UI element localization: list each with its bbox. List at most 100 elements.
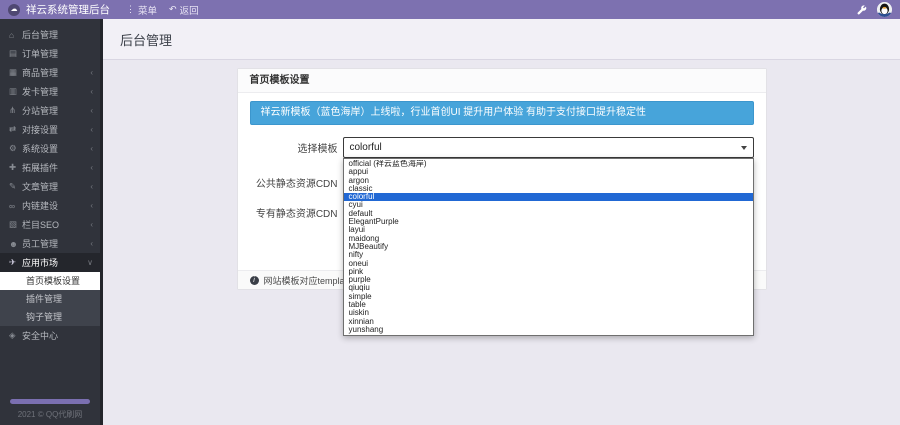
dropdown-option[interactable]: uiskin — [344, 309, 753, 317]
sidebar-item-label: 订单管理 — [22, 47, 93, 60]
dropdown-option[interactable]: default — [344, 210, 753, 218]
dock-icon: ⇄ — [9, 124, 22, 135]
page-title: 后台管理 — [120, 30, 172, 49]
dropdown-option[interactable]: colorful — [344, 193, 753, 201]
main-area: 后台管理 首页模板设置 祥云新模板（蓝色海岸）上线啦，行业首创UI 提升用户体验… — [103, 19, 900, 425]
sidebar-item-label: 系统设置 — [22, 142, 90, 155]
link-icon: ∞ — [9, 201, 22, 211]
card-title: 首页模板设置 — [238, 69, 766, 93]
dropdown-option[interactable]: xinnian — [344, 318, 753, 326]
dropdown-option[interactable]: purple — [344, 276, 753, 284]
template-select-label: 选择模板 — [250, 140, 338, 155]
dropdown-option[interactable]: layui — [344, 226, 753, 234]
sidebar-item-label: 分站管理 — [22, 104, 90, 117]
chevron-down-icon: ∨ — [87, 258, 93, 267]
sidebar-item-label: 对接设置 — [22, 123, 90, 136]
sidebar-copyright: 2021 © QQ代刷网 — [0, 409, 100, 420]
dropdown-option[interactable]: pink — [344, 268, 753, 276]
private-cdn-label: 专有静态资源CDN — [250, 205, 338, 220]
seo-icon: ▧ — [9, 219, 22, 230]
sidebar-item-links[interactable]: ∞内链建设‹ — [0, 196, 100, 215]
sidebar-item-dashboard[interactable]: ⌂后台管理 — [0, 25, 100, 44]
goods-icon: ▦ — [9, 67, 22, 78]
chevron-left-icon: ‹ — [90, 163, 93, 172]
chevron-left-icon: ‹ — [90, 68, 93, 77]
sidebar-item-label: 后台管理 — [22, 28, 93, 41]
dropdown-option[interactable]: yunshang — [344, 326, 753, 334]
dropdown-option[interactable]: classic — [344, 185, 753, 193]
dropdown-option[interactable]: cyui — [344, 201, 753, 209]
sidebar-item-label: 员工管理 — [22, 237, 90, 250]
announcement-alert: 祥云新模板（蓝色海岸）上线啦，行业首创UI 提升用户体验 有助于支付接口提升稳定… — [250, 101, 754, 125]
app-title[interactable]: 祥云系统管理后台 — [26, 2, 110, 17]
chevron-left-icon: ‹ — [90, 144, 93, 153]
chevron-down-icon — [741, 146, 747, 150]
menu-button-label: 菜单 — [138, 3, 157, 17]
page-header: 后台管理 — [103, 19, 900, 60]
dropdown-option[interactable]: qiuqiu — [344, 284, 753, 292]
wrench-icon[interactable] — [857, 5, 867, 15]
sidebar-item-market[interactable]: ✈应用市场∨ — [0, 253, 100, 272]
article-icon: ✎ — [9, 181, 22, 192]
branch-icon: ⋔ — [9, 105, 22, 116]
dropdown-option[interactable]: table — [344, 301, 753, 309]
chevron-left-icon: ‹ — [90, 106, 93, 115]
sidebar-subitem[interactable]: 插件管理 — [0, 290, 100, 308]
dropdown-option[interactable]: MJBeautify — [344, 243, 753, 251]
sidebar-footer: 2021 © QQ代刷网 — [0, 399, 100, 420]
sidebar-item-staff[interactable]: ☻员工管理‹ — [0, 234, 100, 253]
topbar: ☁ 祥云系统管理后台 ⋮ 菜单 ↶ 返回 — [0, 0, 900, 19]
sidebar-menu: ⌂后台管理▤订单管理▦商品管理‹▥发卡管理‹⋔分站管理‹⇄对接设置‹⚙系统设置‹… — [0, 19, 100, 345]
dropdown-option[interactable]: appui — [344, 168, 753, 176]
sidebar-item-branches[interactable]: ⋔分站管理‹ — [0, 101, 100, 120]
dropdown-option[interactable]: maidong — [344, 235, 753, 243]
template-settings-card: 首页模板设置 祥云新模板（蓝色海岸）上线啦，行业首创UI 提升用户体验 有助于支… — [237, 68, 767, 290]
order-list-icon: ▤ — [9, 48, 22, 59]
back-button[interactable]: ↶ 返回 — [169, 3, 199, 17]
sidebar-item-security[interactable]: ◈安全中心 — [0, 326, 100, 345]
menu-button[interactable]: ⋮ 菜单 — [126, 3, 157, 17]
shield-icon: ◈ — [9, 330, 22, 341]
back-button-label: 返回 — [180, 3, 199, 17]
sidebar-item-cards[interactable]: ▥发卡管理‹ — [0, 82, 100, 101]
sidebar-submenu: 首页模板设置插件管理钩子管理 — [0, 272, 100, 326]
dropdown-option[interactable]: argon — [344, 177, 753, 185]
chevron-left-icon: ‹ — [90, 125, 93, 134]
sidebar-item-goods[interactable]: ▦商品管理‹ — [0, 63, 100, 82]
sidebar-item-docking[interactable]: ⇄对接设置‹ — [0, 120, 100, 139]
sidebar-subitem[interactable]: 钩子管理 — [0, 308, 100, 326]
card-icon: ▥ — [9, 86, 22, 97]
sidebar-item-label: 商品管理 — [22, 66, 90, 79]
sidebar-item-system[interactable]: ⚙系统设置‹ — [0, 139, 100, 158]
chevron-left-icon: ‹ — [90, 201, 93, 210]
dropdown-option[interactable]: nifty — [344, 251, 753, 259]
dropdown-option[interactable]: simple — [344, 293, 753, 301]
app-window: ☁ 祥云系统管理后台 ⋮ 菜单 ↶ 返回 ⌂后台管理▤订单管理▦商品管理‹▥发卡… — [0, 0, 900, 425]
chevron-left-icon: ‹ — [90, 220, 93, 229]
chevron-left-icon: ‹ — [90, 239, 93, 248]
sidebar-progress-bar — [10, 399, 90, 404]
sidebar-item-seo[interactable]: ▧栏目SEO‹ — [0, 215, 100, 234]
sidebar-item-label: 发卡管理 — [22, 85, 90, 98]
plugin-icon: ✚ — [9, 162, 22, 173]
info-icon: i — [250, 276, 259, 285]
template-select[interactable]: colorful — [343, 137, 754, 158]
sidebar-item-label: 应用市场 — [22, 256, 87, 269]
form-row-template: 选择模板 colorful official (祥云蓝色海岸)appuiargo… — [250, 137, 754, 158]
gear-icon: ⚙ — [9, 143, 22, 154]
user-avatar[interactable] — [877, 2, 892, 17]
market-icon: ✈ — [9, 257, 22, 268]
dropdown-option[interactable]: official (祥云蓝色海岸) — [344, 160, 753, 168]
content-area: 首页模板设置 祥云新模板（蓝色海岸）上线啦，行业首创UI 提升用户体验 有助于支… — [103, 68, 900, 290]
sidebar-item-orders[interactable]: ▤订单管理 — [0, 44, 100, 63]
dropdown-option[interactable]: oneui — [344, 260, 753, 268]
home-icon: ⌂ — [9, 30, 22, 40]
sidebar-item-plugins[interactable]: ✚拓展插件‹ — [0, 158, 100, 177]
sidebar-subitem[interactable]: 首页模板设置 — [0, 272, 100, 290]
template-select-field: colorful official (祥云蓝色海岸)appuiargonclas… — [343, 137, 754, 158]
menu-icon: ⋮ — [126, 4, 135, 15]
sidebar: ⌂后台管理▤订单管理▦商品管理‹▥发卡管理‹⋔分站管理‹⇄对接设置‹⚙系统设置‹… — [0, 19, 103, 425]
app-logo-icon[interactable]: ☁ — [8, 4, 20, 16]
sidebar-item-articles[interactable]: ✎文章管理‹ — [0, 177, 100, 196]
dropdown-option[interactable]: ElegantPurple — [344, 218, 753, 226]
